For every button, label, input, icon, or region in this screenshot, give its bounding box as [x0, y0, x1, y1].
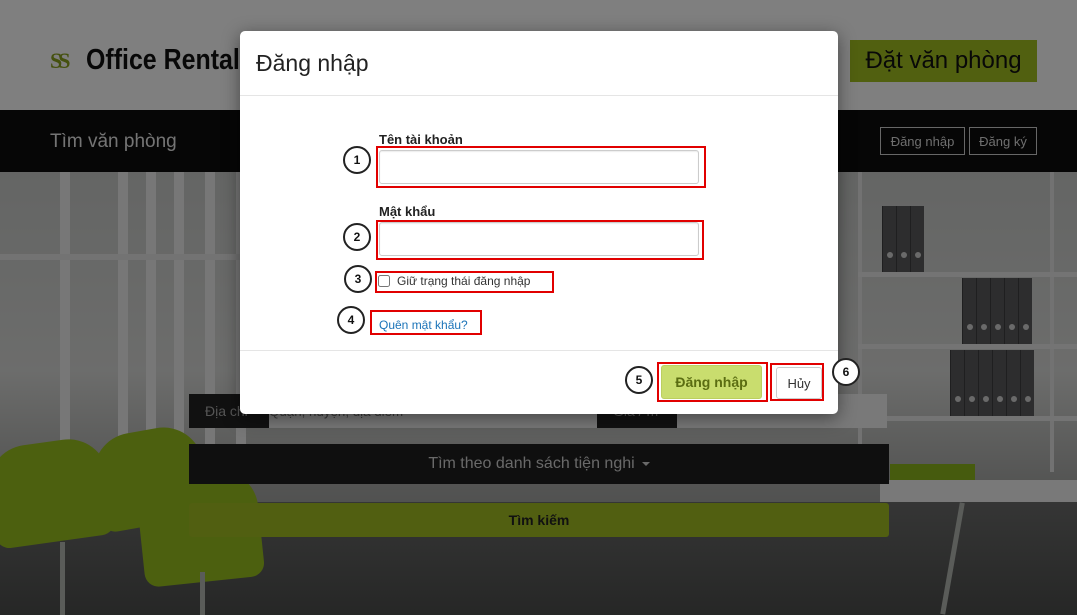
highlight-cancel-button — [770, 363, 824, 401]
modal-header: Đăng nhập — [240, 31, 838, 96]
step-marker-3: 3 — [344, 265, 372, 293]
step-marker-2: 2 — [343, 223, 371, 251]
highlight-remember — [375, 271, 554, 293]
highlight-login-button — [657, 362, 768, 402]
highlight-forgot — [370, 310, 482, 335]
password-label: Mật khẩu — [379, 204, 436, 219]
modal-title: Đăng nhập — [256, 50, 369, 76]
modal-footer-divider — [240, 350, 838, 351]
highlight-password — [376, 220, 704, 260]
step-marker-6: 6 — [832, 358, 860, 386]
username-label: Tên tài khoản — [379, 132, 463, 147]
step-marker-5: 5 — [625, 366, 653, 394]
step-marker-4: 4 — [337, 306, 365, 334]
step-marker-1: 1 — [343, 146, 371, 174]
highlight-username — [376, 146, 706, 188]
